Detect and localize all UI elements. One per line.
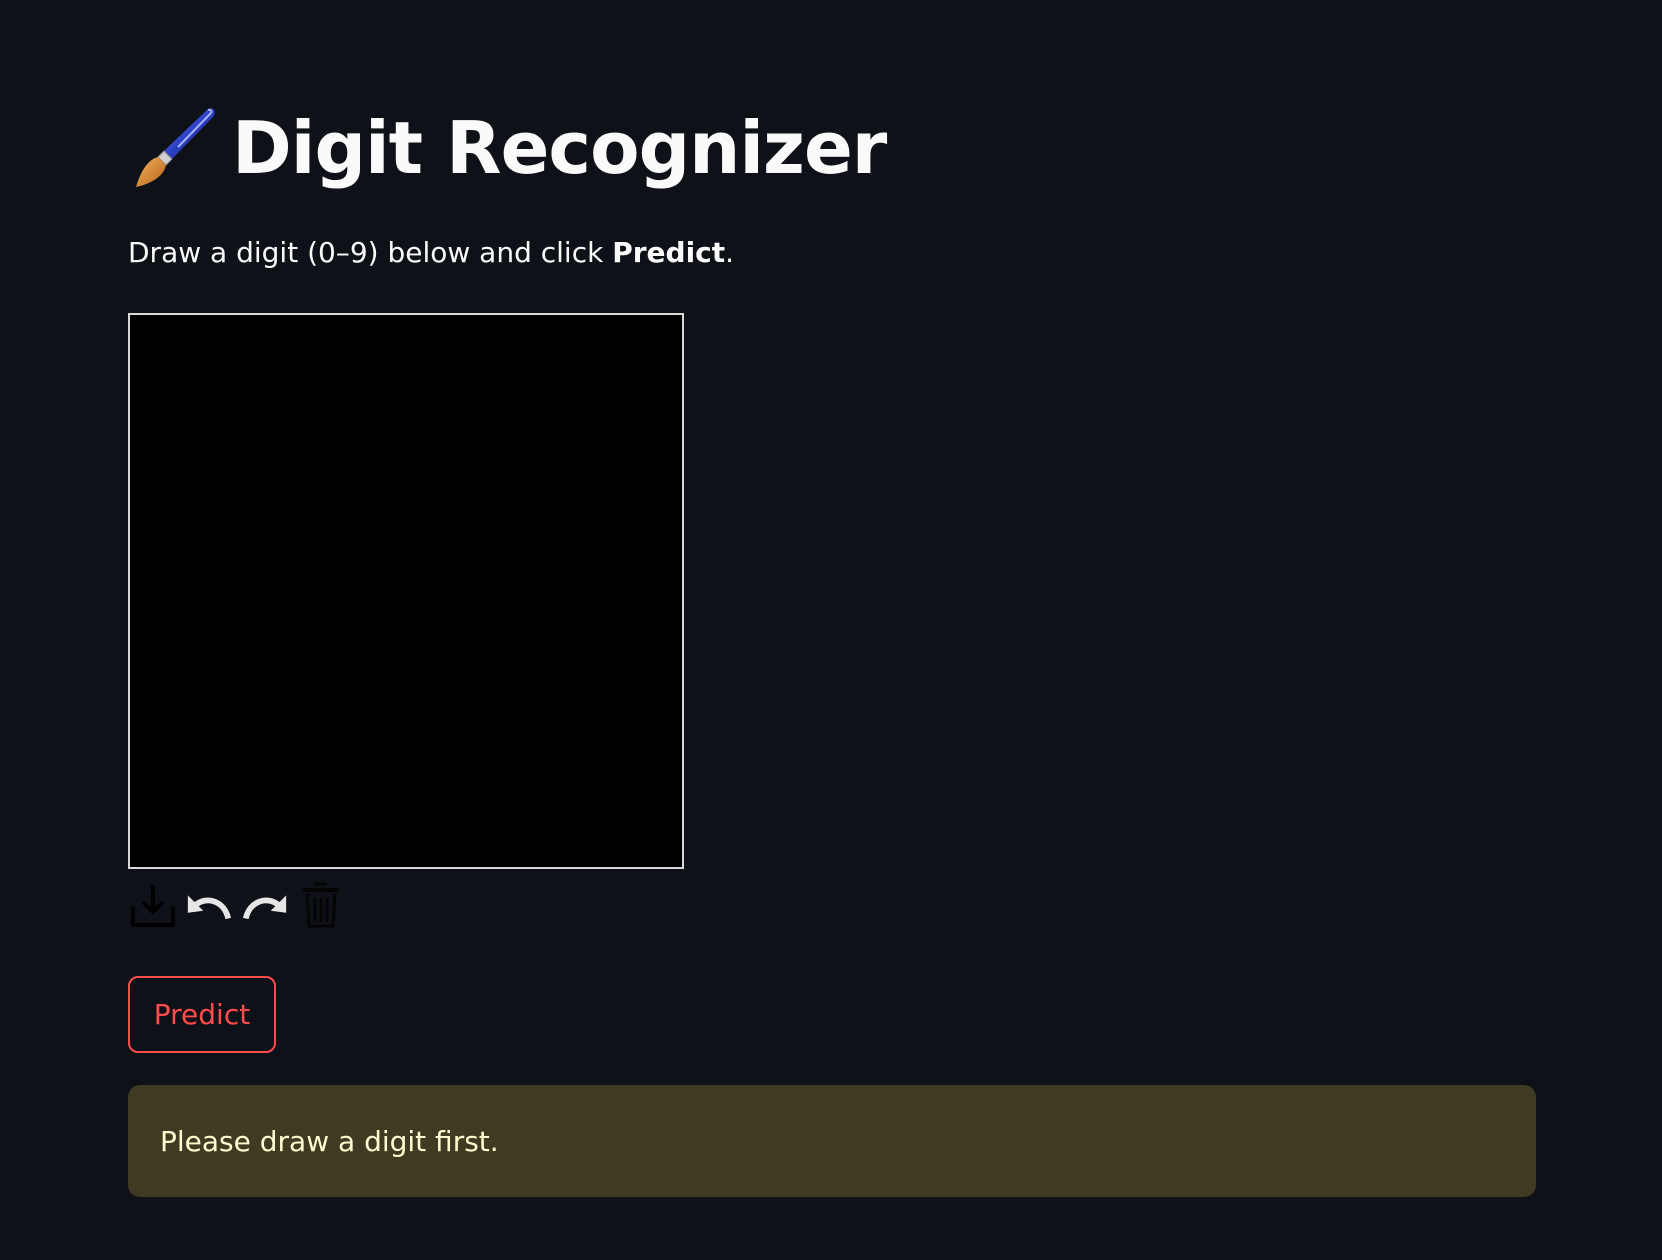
drawing-canvas[interactable] <box>128 313 684 869</box>
warning-alert: Please draw a digit first. <box>128 1085 1536 1197</box>
redo-icon <box>242 895 287 920</box>
trash-icon <box>303 882 339 928</box>
download-button[interactable] <box>128 880 178 930</box>
canvas-toolbar <box>128 880 346 930</box>
page-header: Digit Recognizer <box>128 98 887 198</box>
predict-button[interactable]: Predict <box>128 976 276 1053</box>
app-root: Digit Recognizer Draw a digit (0–9) belo… <box>0 0 1662 1260</box>
paintbrush-icon <box>136 108 215 187</box>
instructions-suffix: . <box>725 236 735 269</box>
instructions-prefix: Draw a digit (0–9) below and click <box>128 236 613 269</box>
undo-button[interactable] <box>184 880 234 930</box>
redo-button[interactable] <box>240 880 290 930</box>
clear-button[interactable] <box>296 880 346 930</box>
page-title: Digit Recognizer <box>232 106 887 190</box>
download-icon <box>131 885 175 927</box>
instructions-text: Draw a digit (0–9) below and click Predi… <box>128 236 734 269</box>
undo-icon <box>187 895 232 920</box>
alert-message: Please draw a digit first. <box>160 1124 499 1158</box>
instructions-bold-predict: Predict <box>612 236 726 269</box>
